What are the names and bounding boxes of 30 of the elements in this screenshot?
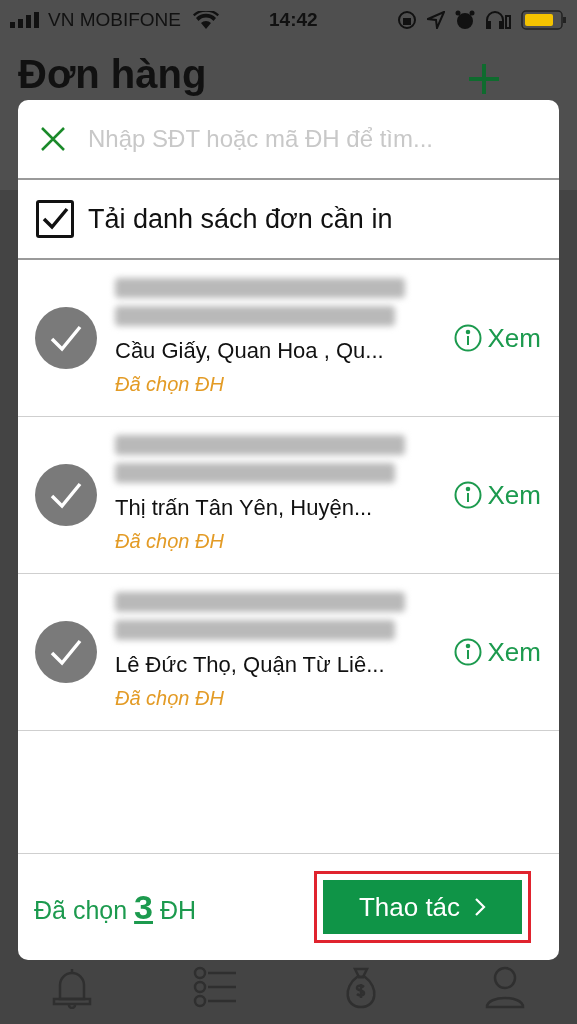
order-status: Đã chọn ĐH bbox=[115, 685, 225, 711]
check-icon bbox=[49, 638, 83, 666]
info-icon bbox=[453, 638, 482, 666]
view-button[interactable]: Xem bbox=[453, 632, 541, 672]
battery-icon bbox=[521, 10, 567, 30]
status-time: 14:42 bbox=[269, 7, 318, 32]
checkbox[interactable] bbox=[36, 200, 74, 238]
info-icon bbox=[453, 324, 482, 352]
order-address: Thị trấn Tân Yên, Huyện... bbox=[115, 493, 374, 522]
check-icon bbox=[49, 324, 83, 352]
order-status: Đã chọn ĐH bbox=[115, 528, 225, 554]
location-icon bbox=[427, 11, 445, 29]
order-status: Đã chọn ĐH bbox=[115, 371, 225, 397]
chevron-right-icon bbox=[474, 897, 487, 917]
close-icon bbox=[40, 126, 66, 152]
action-button[interactable]: Thao tác bbox=[323, 880, 522, 934]
view-button[interactable]: Xem bbox=[453, 318, 541, 358]
wifi-icon bbox=[193, 11, 219, 29]
info-icon bbox=[453, 481, 482, 509]
carrier-name: VN MOBIFONE bbox=[48, 7, 181, 32]
order-address: Lê Đức Thọ, Quận Từ Liê... bbox=[115, 650, 386, 679]
view-button[interactable]: Xem bbox=[453, 475, 541, 515]
page-title: Đơn hàng bbox=[18, 54, 207, 94]
checkbox-label: Tải danh sách đơn cần in bbox=[88, 202, 393, 236]
signal-icon bbox=[10, 12, 42, 28]
headphones-icon bbox=[485, 10, 511, 30]
checkmark-icon bbox=[41, 207, 69, 231]
selected-count: Đã chọn 3 ĐH bbox=[34, 886, 197, 928]
check-icon bbox=[49, 481, 83, 509]
order-address: Cầu Giấy, Quan Hoa , Qu... bbox=[115, 336, 385, 365]
